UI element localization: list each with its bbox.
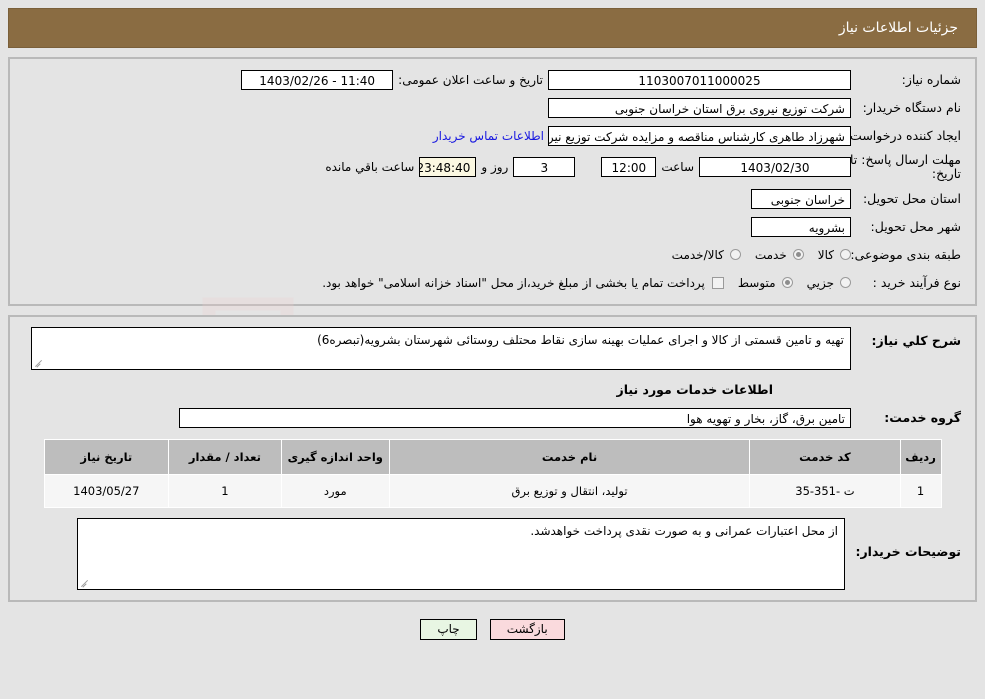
row-buyer-notes: توضیحات خریدار: از محل اعتبارات عمرانی و… bbox=[24, 517, 961, 590]
subject-category-option-kala[interactable]: کالا bbox=[818, 248, 851, 262]
response-deadline-label: مهلت ارسال پاسخ: تا تاریخ: bbox=[850, 152, 961, 182]
purchase-process-option-motavaset[interactable]: متوسط bbox=[738, 276, 793, 290]
back-button[interactable]: بازگشت bbox=[489, 618, 565, 640]
cell-service-code: ت -351-35 bbox=[749, 473, 901, 508]
print-button[interactable]: چاپ bbox=[420, 618, 477, 640]
service-group-label: گروه خدمت: bbox=[884, 409, 961, 425]
subject-category-option-khedmat-label: خدمت bbox=[754, 247, 787, 262]
services-table-wrap: ردیف کد خدمت نام خدمت واحد اندازه گیری ت… bbox=[24, 438, 961, 508]
request-creator-label: ایجاد کننده درخواست: bbox=[845, 128, 961, 144]
general-description-textarea[interactable]: تهیه و تامین قسمتی از کالا و اجرای عملیا… bbox=[31, 326, 851, 370]
response-deadline-time: 12:00 bbox=[601, 157, 657, 178]
treasury-documents-note: پرداخت تمام یا بخشی از مبلغ خرید،از محل … bbox=[322, 275, 705, 290]
public-announcement-label: تاریخ و ساعت اعلان عمومی: bbox=[398, 73, 543, 87]
services-table: ردیف کد خدمت نام خدمت واحد اندازه گیری ت… bbox=[43, 438, 942, 508]
buyer-notes-value: از محل اعتبارات عمرانی و به صورت نقدی پر… bbox=[530, 523, 838, 538]
column-header-need-date: تاریخ نیاز bbox=[43, 438, 170, 475]
subject-category-radio-group: کالا خدمت کالا/خدمت bbox=[658, 248, 851, 262]
radio-icon-jozei[interactable] bbox=[840, 277, 851, 289]
services-section-heading: اطلاعات خدمات مورد نیاز bbox=[616, 381, 774, 397]
remaining-days: 3 bbox=[513, 157, 576, 178]
page-title: جزئیات اطلاعات نیاز bbox=[838, 20, 958, 36]
column-header-radif: ردیف bbox=[899, 438, 942, 475]
delivery-city-label: شهر محل تحویل: bbox=[870, 218, 961, 234]
delivery-city-value: بشرویه bbox=[751, 216, 851, 237]
page-header-banner: جزئیات اطلاعات نیاز bbox=[8, 8, 977, 48]
row-general-description: شرح کلي نیاز: تهیه و تامین قسمتی از کالا… bbox=[24, 326, 961, 370]
row-delivery-province: استان محل تحویل: خراسان جنوبی bbox=[24, 188, 961, 210]
need-number-value: 1103007011000025 bbox=[548, 70, 851, 90]
row-request-creator: ایجاد کننده درخواست: شهرزاد طاهری کارشنا… bbox=[24, 125, 961, 147]
column-header-unit: واحد اندازه گیری bbox=[280, 438, 390, 475]
purchase-process-option-jozei[interactable]: جزیي bbox=[807, 276, 851, 290]
table-row: 1 ت -351-35 تولید، انتقال و توزیع برق مو… bbox=[43, 473, 942, 508]
radio-icon-motavaset[interactable] bbox=[781, 277, 793, 289]
purchase-process-option-motavaset-label: متوسط bbox=[737, 275, 776, 290]
remaining-days-label: روز و bbox=[481, 160, 509, 175]
column-header-service-name: نام خدمت bbox=[388, 438, 751, 475]
buyer-notes-label: توضیحات خریدار: bbox=[855, 543, 961, 559]
remaining-countdown: 23:48:40 bbox=[419, 157, 477, 178]
radio-icon-khedmat[interactable] bbox=[792, 249, 804, 261]
buyer-notes-textarea[interactable]: از محل اعتبارات عمرانی و به صورت نقدی پر… bbox=[77, 517, 845, 590]
response-deadline-time-label: ساعت bbox=[661, 160, 694, 175]
services-panel: شرح کلي نیاز: تهیه و تامین قسمتی از کالا… bbox=[8, 314, 977, 602]
need-number-label: شماره نیاز: bbox=[901, 72, 961, 88]
response-deadline-label-line1: مهلت ارسال پاسخ: تا bbox=[850, 152, 961, 167]
purchase-process-radio-group: جزیي متوسط bbox=[724, 276, 851, 290]
subject-category-option-kala-khedmat-label: کالا/خدمت bbox=[671, 247, 724, 262]
purchase-process-option-jozei-label: جزیي bbox=[806, 275, 834, 290]
subject-category-option-kala-label: کالا bbox=[817, 247, 834, 262]
column-header-service-code: کد خدمت bbox=[749, 438, 901, 475]
row-response-deadline: مهلت ارسال پاسخ: تا تاریخ: 1403/02/30 سا… bbox=[24, 152, 961, 182]
remaining-countdown-label: ساعت باقي مانده bbox=[325, 160, 415, 175]
subject-category-label: طبقه بندی موضوعی: bbox=[850, 246, 961, 262]
service-group-value: تامین برق، گاز، بخار و تهویه هوا bbox=[179, 407, 851, 428]
public-announcement-value: 11:40 - 1403/02/26 bbox=[241, 70, 394, 90]
purchase-process-label: نوع فرآیند خرید : bbox=[872, 274, 961, 290]
response-deadline-label-line2: تاریخ: bbox=[931, 166, 961, 182]
row-subject-category: طبقه بندی موضوعی: کالا خدمت کالا/خدمت bbox=[24, 244, 961, 266]
row-service-group: گروه خدمت: تامین برق، گاز، بخار و تهویه … bbox=[24, 407, 961, 429]
footer-actions: بازگشت چاپ bbox=[0, 618, 985, 640]
row-purchase-process: نوع فرآیند خرید : جزیي متوسط پرداخت تمام… bbox=[24, 272, 961, 294]
general-description-value: تهیه و تامین قسمتی از کالا و اجرای عملیا… bbox=[317, 332, 844, 347]
cell-radif: 1 bbox=[899, 473, 942, 508]
radio-icon-kala[interactable] bbox=[840, 249, 851, 261]
treasury-documents-checkbox[interactable] bbox=[711, 276, 724, 289]
request-creator-value: شهرزاد طاهری کارشناس مناقصه و مزایده شرک… bbox=[548, 126, 851, 146]
column-header-quantity: تعداد / مقدار bbox=[168, 438, 282, 475]
row-buyer-org: نام دستگاه خریدار: شرکت توزیع نیروی برق … bbox=[24, 97, 961, 119]
table-header-row: ردیف کد خدمت نام خدمت واحد اندازه گیری ت… bbox=[43, 438, 942, 475]
buyer-contact-link[interactable]: اطلاعات تماس خریدار bbox=[433, 129, 548, 143]
cell-unit: مورد bbox=[280, 473, 390, 508]
resize-grip-icon-notes[interactable] bbox=[80, 578, 90, 588]
row-need-number: شماره نیاز: 1103007011000025 تاریخ و ساع… bbox=[24, 69, 961, 91]
delivery-province-value: خراسان جنوبی bbox=[751, 188, 851, 209]
radio-icon-kala-khedmat[interactable] bbox=[729, 249, 741, 261]
cell-need-date: 1403/05/27 bbox=[43, 473, 170, 508]
subject-category-option-khedmat[interactable]: خدمت bbox=[755, 248, 804, 262]
subject-category-option-kala-khedmat[interactable]: کالا/خدمت bbox=[672, 248, 741, 262]
cell-quantity: 1 bbox=[168, 473, 282, 508]
response-deadline-date: 1403/02/30 bbox=[699, 157, 851, 178]
need-details-panel: AriaTender.net شماره نیاز: 1103007011000… bbox=[0, 57, 977, 422]
buyer-org-value: شرکت توزیع نیروی برق استان خراسان جنوبی bbox=[548, 98, 851, 118]
row-delivery-city: شهر محل تحویل: بشرویه bbox=[24, 216, 961, 238]
cell-service-name: تولید، انتقال و توزیع برق bbox=[388, 473, 751, 508]
resize-grip-icon[interactable] bbox=[34, 358, 44, 368]
delivery-province-label: استان محل تحویل: bbox=[862, 190, 961, 206]
buyer-org-label: نام دستگاه خریدار: bbox=[862, 100, 961, 116]
general-description-label: شرح کلي نیاز: bbox=[871, 332, 961, 348]
